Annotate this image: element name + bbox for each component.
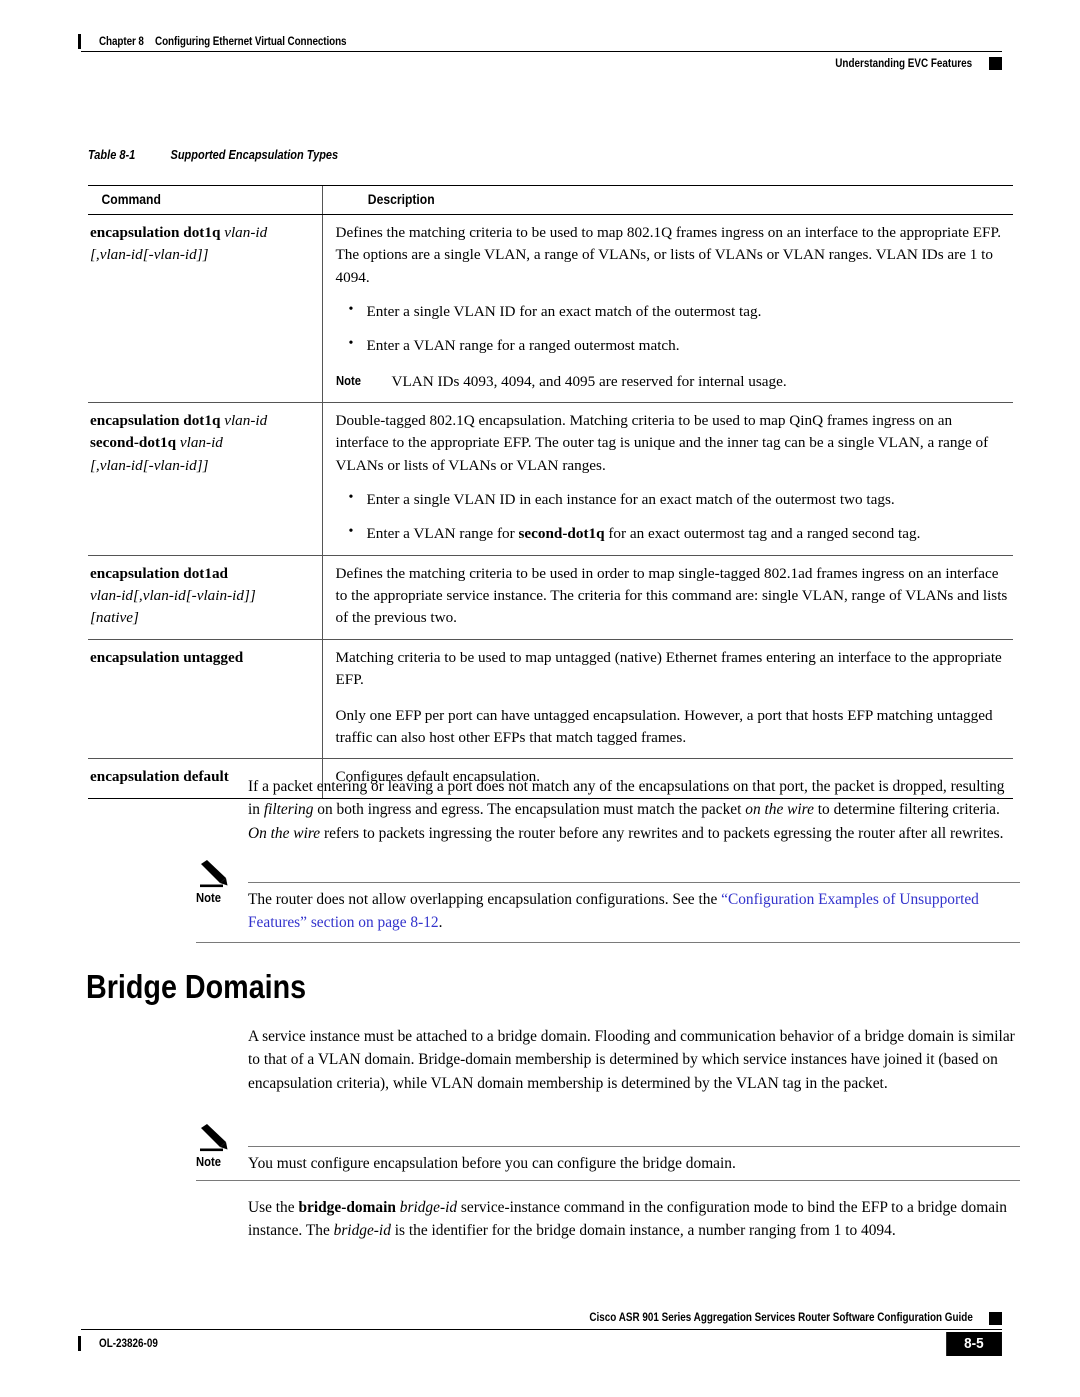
description-paragraph: Defines the matching criteria to be used… — [335, 564, 1008, 627]
cell-command: encapsulation untagged — [88, 639, 322, 760]
command-arg: vlan-id[,vlan-id[-vlain-id]] — [90, 587, 256, 605]
note-text-post: . — [438, 914, 443, 932]
inline-note: Note VLAN IDs 4093, 4094, and 4095 are re… — [336, 371, 1010, 393]
emphasis-filtering: filtering — [263, 801, 314, 819]
footer-title-line: Cisco ASR 901 Series Aggregation Service… — [78, 1310, 1002, 1326]
pencil-note-icon — [200, 860, 228, 888]
table-title: Supported Encapsulation Types — [170, 148, 339, 162]
command-keyword: encapsulation default — [90, 768, 229, 786]
header-section-line: Understanding EVC Features — [78, 57, 1002, 70]
list-item-text-pre: Enter a VLAN range for — [366, 525, 519, 543]
inline-note-text: VLAN IDs 4093, 4094, and 4095 are reserv… — [391, 372, 787, 390]
emphasis-on-the-wire-2: On the wire — [248, 824, 321, 842]
paragraph-filtering: If a packet entering or leaving a port d… — [248, 775, 1020, 845]
text-run: on both ingress and egress. The encapsul… — [313, 801, 746, 819]
column-header-description: Description — [356, 185, 979, 215]
table-caption: Table 8-1 Supported Encapsulation Types — [88, 148, 338, 162]
cell-description: Defines the matching criteria to be used… — [321, 214, 1013, 404]
command-keyword-second: second-dot1q — [90, 434, 180, 452]
text-run: refers to packets ingressing the router … — [320, 824, 1004, 842]
header-chapter-number: Chapter 8 — [99, 35, 144, 48]
note-rule-top — [248, 882, 1020, 883]
command-arg: vlan-id — [224, 412, 268, 430]
description-bullet-list: Enter a single VLAN ID for an exact matc… — [336, 300, 1010, 358]
header-chapter-title: Configuring Ethernet Virtual Connections — [155, 35, 347, 48]
note-block-overlapping-encapsulation: Note The router does not allow overlappi… — [196, 860, 1020, 944]
text-run: Use the — [248, 1199, 299, 1216]
paragraph-bridge-domains: A service instance must be attached to a… — [248, 1028, 1015, 1092]
cell-description: Defines the matching criteria to be used… — [321, 555, 1013, 640]
cell-command: encapsulation dot1q vlan-id [,vlan-id[-v… — [88, 214, 322, 404]
header-chapter-line: Chapter 8 Configuring Ethernet Virtual Co… — [78, 33, 1002, 50]
note-rule-top — [248, 1146, 1020, 1147]
command-keyword: encapsulation untagged — [90, 648, 244, 666]
footer-document-id: OL-23826-09 — [99, 1337, 158, 1350]
footer-guide-title: Cisco ASR 901 Series Aggregation Service… — [589, 1312, 973, 1324]
running-header: Chapter 8 Configuring Ethernet Virtual Co… — [78, 33, 1002, 70]
text-run: is the identifier for the bridge domain … — [390, 1222, 896, 1240]
header-section-title: Understanding EVC Features — [835, 57, 972, 70]
note-label: Note — [196, 1155, 222, 1169]
list-item-command: second-dot1q — [518, 525, 605, 543]
list-item: Enter a VLAN range for second-dot1q for … — [336, 522, 1010, 545]
command-arg-optional: [native] — [90, 609, 139, 627]
command-keyword: encapsulation dot1q — [90, 224, 225, 241]
table-label: Table 8-1 — [88, 148, 136, 162]
command-arg-optional: [,vlan-id[-vlan-id]] — [90, 456, 209, 474]
table-row: encapsulation dot1ad vlan-id[,vlan-id[-v… — [88, 555, 1013, 640]
list-item: Enter a VLAN range for a ranged outermos… — [336, 334, 1010, 357]
note-label: Note — [196, 891, 222, 905]
text-run: to determine filtering criteria. — [813, 801, 1000, 819]
command-keyword: encapsulation dot1q — [90, 412, 225, 430]
list-item: Enter a single VLAN ID in each instance … — [336, 488, 1010, 511]
supported-encapsulation-types-table: Command Description encapsulation dot1q … — [88, 185, 1013, 799]
emphasis-on-the-wire: on the wire — [745, 801, 814, 819]
note-block-configure-encapsulation: Note You must configure encapsulation be… — [196, 1124, 1020, 1181]
paragraph-use-bridge-domain: Use the bridge-domain bridge-id service-… — [248, 1196, 1020, 1243]
command-arg-second: vlan-id — [179, 434, 223, 452]
footer-page-number: 8-5 — [946, 1332, 1002, 1356]
table-row: encapsulation dot1q vlan-id [,vlan-id[-v… — [88, 214, 1013, 404]
running-footer: Cisco ASR 901 Series Aggregation Service… — [78, 1310, 1002, 1357]
note-rule-bottom — [196, 942, 1020, 943]
description-paragraph: Double-tagged 802.1Q encapsulation. Matc… — [335, 412, 989, 474]
column-header-command: Command — [99, 185, 311, 215]
cell-command: encapsulation dot1ad vlan-id[,vlan-id[-v… — [88, 555, 322, 640]
note-text: The router does not allow overlapping en… — [248, 888, 1020, 934]
note-text-pre: The router does not allow overlapping en… — [248, 891, 722, 908]
table-header-row: Command Description — [88, 185, 1013, 215]
note-text: You must configure encapsulation before … — [248, 1155, 736, 1172]
command-arg-optional: [,vlan-id[-vlan-id]] — [90, 246, 209, 264]
description-bullet-list: Enter a single VLAN ID in each instance … — [336, 488, 1010, 546]
footer-tick-mark — [78, 1336, 81, 1351]
footer-square-marker — [989, 1311, 1002, 1325]
description-paragraph: Matching criteria to be used to map unta… — [335, 648, 1002, 689]
table-row: encapsulation dot1q vlan-id second-dot1q… — [88, 402, 1013, 556]
command-bridge-domain: bridge-domain — [298, 1199, 396, 1216]
footer-docid-line: OL-23826-09 8-5 — [78, 1330, 1002, 1357]
command-arg: vlan-id — [224, 224, 268, 241]
header-tick-mark — [78, 34, 81, 49]
note-rule-bottom — [196, 1180, 1020, 1181]
inline-note-label: Note — [335, 373, 361, 388]
command-keyword: encapsulation dot1ad — [90, 564, 228, 582]
list-item-text-post: for an exact outermost tag and a ranged … — [604, 525, 921, 543]
arg-bridge-id: bridge-id — [399, 1199, 458, 1216]
page-heading-bridge-domains: Bridge Domains — [86, 968, 307, 1005]
description-paragraph: Defines the matching criteria to be used… — [335, 224, 1002, 286]
cell-description: Double-tagged 802.1Q encapsulation. Matc… — [321, 402, 1013, 556]
table-row: encapsulation untagged Matching criteria… — [88, 639, 1013, 760]
arg-bridge-id-2: bridge-id — [333, 1222, 391, 1240]
cell-description: Matching criteria to be used to map unta… — [321, 639, 1013, 760]
cell-command: encapsulation dot1q vlan-id second-dot1q… — [88, 402, 322, 556]
pencil-note-icon — [200, 1124, 228, 1152]
header-rule — [81, 51, 1002, 52]
header-chapter-text: Chapter 8 Configuring Ethernet Virtual Co… — [99, 35, 347, 48]
document-page: Chapter 8 Configuring Ethernet Virtual Co… — [0, 0, 1080, 1397]
header-square-marker — [989, 57, 1002, 70]
list-item: Enter a single VLAN ID for an exact matc… — [336, 300, 1010, 323]
description-paragraph-2: Only one EFP per port can have untagged … — [335, 706, 993, 746]
